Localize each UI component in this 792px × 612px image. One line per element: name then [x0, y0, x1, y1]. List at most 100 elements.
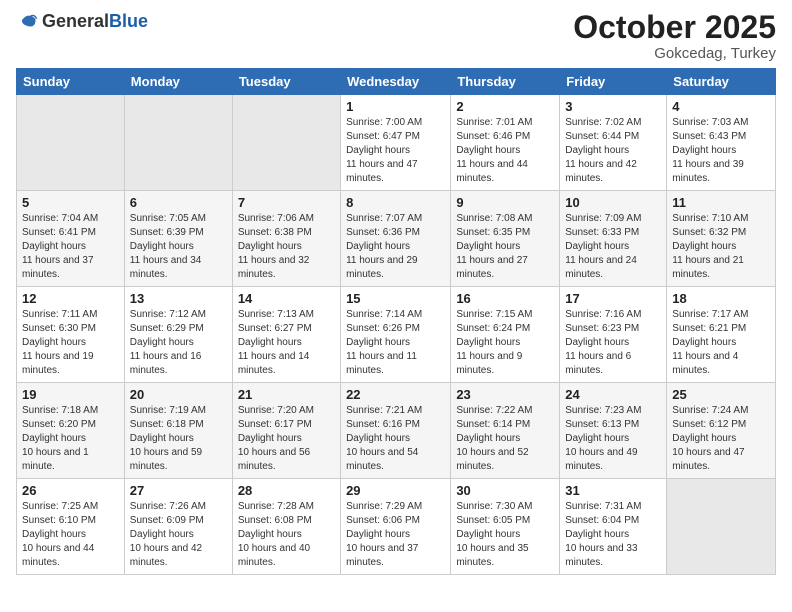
- sunset-label: Sunset: 6:06 PM: [346, 515, 420, 526]
- daylight-value: 11 hours and 32 minutes.: [238, 255, 310, 280]
- day-info: Sunrise: 7:16 AMSunset: 6:23 PMDaylight …: [565, 308, 661, 378]
- daylight-value: 11 hours and 6 minutes.: [565, 351, 631, 376]
- daylight-label: Daylight hours: [346, 241, 410, 252]
- daylight-label: Daylight hours: [130, 337, 194, 348]
- daylight-value: 10 hours and 44 minutes.: [22, 543, 94, 568]
- sunrise-label: Sunrise: 7:18 AM: [22, 405, 98, 416]
- daylight-value: 11 hours and 47 minutes.: [346, 159, 418, 184]
- daylight-label: Daylight hours: [456, 337, 520, 348]
- daylight-label: Daylight hours: [672, 433, 736, 444]
- sunset-label: Sunset: 6:04 PM: [565, 515, 639, 526]
- day-number: 25: [672, 387, 770, 402]
- table-row: 13 Sunrise: 7:12 AMSunset: 6:29 PMDayligh…: [124, 287, 232, 383]
- calendar-location: Gokcedag, Turkey: [573, 45, 776, 62]
- day-number: 9: [456, 195, 554, 210]
- day-info: Sunrise: 7:06 AMSunset: 6:38 PMDaylight …: [238, 212, 335, 282]
- daylight-label: Daylight hours: [238, 241, 302, 252]
- table-row: 21Sunrise: 7:20 AMSunset: 6:17 PMDayligh…: [232, 383, 340, 479]
- sunset-label: Sunset: 6:30 PM: [22, 323, 96, 334]
- header-sunday: Sunday: [17, 69, 125, 95]
- daylight-label: Daylight hours: [238, 529, 302, 540]
- sunrise-label: Sunrise: 7:17 AM: [672, 309, 748, 320]
- daylight-value: 10 hours and 56 minutes.: [238, 447, 310, 472]
- sunset-label: Sunset: 6:18 PM: [130, 419, 204, 430]
- day-info: Sunrise: 7:31 AM Sunset: 6:04 PM Daylight …: [565, 500, 661, 570]
- day-info: Sunrise: 7:18 AMSunset: 6:20 PMDaylight …: [22, 404, 119, 474]
- daylight-label: Daylight hours: [672, 241, 736, 252]
- daylight-value: 11 hours and 4 minutes.: [672, 351, 738, 376]
- day-number: 6: [130, 195, 227, 210]
- day-number: 13: [130, 291, 227, 306]
- table-row: 29 Sunrise: 7:29 AMSunset: 6:06 PMDayligh…: [341, 479, 451, 575]
- sunset-label: Sunset: 6:39 PM: [130, 227, 204, 238]
- sunrise-label: Sunrise: 7:01 AM: [456, 117, 532, 128]
- day-info: Sunrise: 7:25 AMSunset: 6:10 PMDaylight …: [22, 500, 119, 570]
- sunrise-label: Sunrise: 7:22 AM: [456, 405, 532, 416]
- day-info: Sunrise: 7:00 AMSunset: 6:47 PMDaylight …: [346, 116, 445, 186]
- table-row: 17 Sunrise: 7:16 AMSunset: 6:23 PMDayligh…: [560, 287, 667, 383]
- day-number: 24: [565, 387, 661, 402]
- table-row: 20Sunrise: 7:19 AMSunset: 6:18 PMDayligh…: [124, 383, 232, 479]
- table-row: 8Sunrise: 7:07 AMSunset: 6:36 PMDaylight…: [341, 191, 451, 287]
- day-number: 28: [238, 483, 335, 498]
- day-number: 12: [22, 291, 119, 306]
- daylight-label: Daylight hours: [565, 433, 629, 444]
- sunset-label: Sunset: 6:05 PM: [456, 515, 530, 526]
- sunset-label: Sunset: 6:46 PM: [456, 131, 530, 142]
- day-number: 29: [346, 483, 445, 498]
- daylight-label: Daylight hours: [22, 529, 86, 540]
- table-row: 16Sunrise: 7:15 AMSunset: 6:24 PMDayligh…: [451, 287, 560, 383]
- day-number: 27: [130, 483, 227, 498]
- page-container: GeneralBlue October 2025 Gokcedag, Turke…: [0, 0, 792, 591]
- header: GeneralBlue October 2025 Gokcedag, Turke…: [16, 10, 776, 62]
- day-info: Sunrise: 7:04 AMSunset: 6:41 PMDaylight …: [22, 212, 119, 282]
- sunset-label: Sunset: 6:43 PM: [672, 131, 746, 142]
- header-saturday: Saturday: [667, 69, 776, 95]
- day-info: Sunrise: 7:10 AMSunset: 6:32 PMDaylight …: [672, 212, 770, 282]
- sunset-label: Sunset: 6:17 PM: [238, 419, 312, 430]
- daylight-label: Daylight hours: [565, 529, 629, 540]
- sunrise-label: Sunrise: 7:26 AM: [130, 501, 206, 512]
- daylight-label: Daylight hours: [565, 241, 629, 252]
- sunrise-label: Sunrise: 7:23 AM: [565, 405, 641, 416]
- sunset-label: Sunset: 6:35 PM: [456, 227, 530, 238]
- logo-text: GeneralBlue: [42, 11, 148, 32]
- daylight-label: Daylight hours: [456, 433, 520, 444]
- daylight-label: Daylight hours: [346, 145, 410, 156]
- sunset-label: Sunset: 6:08 PM: [238, 515, 312, 526]
- day-number: 17: [565, 291, 661, 306]
- daylight-value: 11 hours and 21 minutes.: [672, 255, 744, 280]
- header-monday: Monday: [124, 69, 232, 95]
- table-row: 10Sunrise: 7:09 AMSunset: 6:33 PMDayligh…: [560, 191, 667, 287]
- calendar-table: Sunday Monday Tuesday Wednesday Thursday…: [16, 68, 776, 575]
- day-info: Sunrise: 7:19 AMSunset: 6:18 PMDaylight …: [130, 404, 227, 474]
- sunset-label: Sunset: 6:41 PM: [22, 227, 96, 238]
- daylight-value: 11 hours and 9 minutes.: [456, 351, 522, 376]
- sunrise-label: Sunrise: 7:03 AM: [672, 117, 748, 128]
- sunset-label: Sunset: 6:24 PM: [456, 323, 530, 334]
- day-info: Sunrise: 7:13 AMSunset: 6:27 PMDaylight …: [238, 308, 335, 378]
- sunset-label: Sunset: 6:38 PM: [238, 227, 312, 238]
- daylight-value: 10 hours and 47 minutes.: [672, 447, 744, 472]
- calendar-week-row: 5Sunrise: 7:04 AMSunset: 6:41 PMDaylight…: [17, 191, 776, 287]
- sunrise-label: Sunrise: 7:13 AM: [238, 309, 314, 320]
- table-row: 3Sunrise: 7:02 AMSunset: 6:44 PMDaylight…: [560, 95, 667, 191]
- sunset-label: Sunset: 6:09 PM: [130, 515, 204, 526]
- daylight-label: Daylight hours: [456, 145, 520, 156]
- sunrise-label: Sunrise: 7:31 AM: [565, 501, 641, 512]
- daylight-label: Daylight hours: [22, 241, 86, 252]
- day-info: Sunrise: 7:07 AMSunset: 6:36 PMDaylight …: [346, 212, 445, 282]
- daylight-value: 10 hours and 1 minute.: [22, 447, 89, 472]
- sunrise-label: Sunrise: 7:02 AM: [565, 117, 641, 128]
- day-number: 1: [346, 99, 445, 114]
- day-info: Sunrise: 7:01 AM Sunset: 6:46 PM Daylight …: [456, 116, 554, 186]
- day-number: 7: [238, 195, 335, 210]
- sunset-label: Sunset: 6:20 PM: [22, 419, 96, 430]
- daylight-label: Daylight hours: [238, 433, 302, 444]
- day-info: Sunrise: 7:29 AMSunset: 6:06 PMDaylight …: [346, 500, 445, 570]
- day-info: Sunrise: 7:12 AMSunset: 6:29 PMDaylight …: [130, 308, 227, 378]
- sunrise-label: Sunrise: 7:24 AM: [672, 405, 748, 416]
- daylight-label: Daylight hours: [130, 433, 194, 444]
- sunrise-label: Sunrise: 7:21 AM: [346, 405, 422, 416]
- day-info: Sunrise: 7:21 AMSunset: 6:16 PMDaylight …: [346, 404, 445, 474]
